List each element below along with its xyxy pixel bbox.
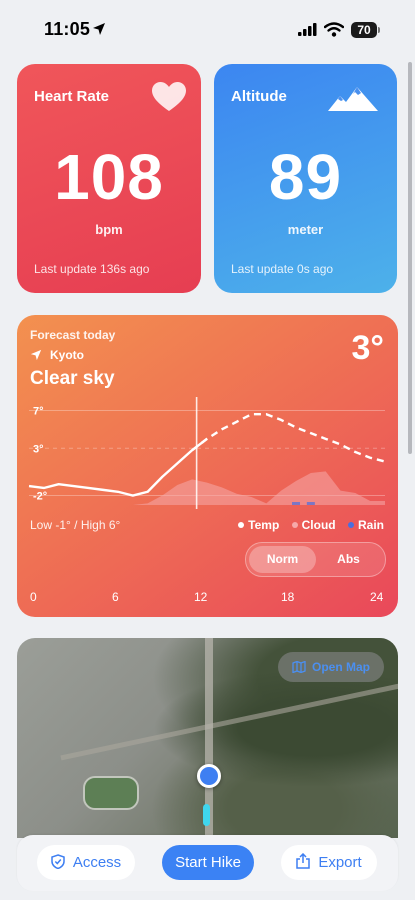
mountain-icon: [328, 87, 378, 111]
hour-label-0: 0: [30, 590, 37, 604]
map-view[interactable]: Open Map: [17, 638, 398, 838]
heart-icon: [152, 82, 186, 111]
chart-legend: Temp Cloud Rain: [229, 518, 384, 532]
forecast-subtitle: Forecast today: [30, 328, 116, 342]
legend-rain-dot: [347, 522, 354, 528]
shield-check-icon: [51, 854, 65, 870]
open-map-button[interactable]: Open Map: [278, 652, 384, 682]
weather-card: Forecast today Kyoto Clear sky 3° 7° 3° -2…: [17, 315, 398, 617]
legend-cloud: Cloud: [291, 518, 336, 532]
low-high-temperature: Low -1° / High 6°: [30, 518, 121, 532]
temp-line-forecast: [191, 413, 386, 463]
heart-rate-value: 108: [54, 141, 164, 213]
hour-label-24: 24: [370, 590, 384, 604]
forecast-chart: 7° 3° -2°: [28, 397, 386, 509]
weather-condition: Clear sky: [30, 368, 115, 389]
heart-rate-unit: bpm: [95, 222, 123, 237]
start-hike-button[interactable]: Start Hike: [162, 845, 254, 880]
location-arrow-icon: [30, 349, 42, 361]
hour-label-18: 18: [281, 590, 295, 604]
battery-level: 70: [351, 22, 377, 38]
location-name: Kyoto: [50, 348, 84, 362]
open-map-label: Open Map: [311, 660, 370, 674]
legend-cloud-dot: [291, 522, 298, 528]
cellular-signal-icon: [298, 23, 317, 36]
share-icon: [296, 852, 311, 869]
legend-temp: Temp: [238, 518, 279, 532]
hour-label-6: 6: [112, 590, 119, 604]
norm-option[interactable]: Norm: [249, 546, 316, 573]
y-tick-label: -2°: [33, 491, 47, 503]
battery-icon: [378, 27, 380, 33]
altitude-value: 89: [268, 141, 343, 213]
altitude-card[interactable]: Altitude 89 meter Last update 0s ago: [214, 64, 397, 293]
y-tick-label: 3°: [33, 443, 44, 455]
hour-label-12: 12: [194, 590, 208, 604]
heart-rate-card[interactable]: Heart Rate 108 bpm Last update 136s ago: [17, 64, 201, 293]
rain-bar: [292, 502, 300, 505]
wifi-icon: [324, 22, 344, 37]
altitude-unit: meter: [287, 222, 324, 237]
map-sports-field: [83, 776, 139, 810]
access-label: Access: [72, 854, 122, 871]
current-location-marker: [197, 764, 221, 788]
start-hike-label: Start Hike: [175, 854, 241, 871]
altitude-title: Altitude: [231, 88, 287, 105]
status-bar: 11:05 70: [0, 0, 415, 50]
rain-bar: [306, 502, 315, 505]
bottom-toolbar: Access Start Hike Export: [17, 835, 398, 891]
access-button[interactable]: Access: [37, 845, 135, 880]
y-tick-label: 7°: [33, 405, 44, 417]
heart-rate-updated: Last update 136s ago: [34, 262, 150, 276]
export-label: Export: [318, 854, 362, 871]
forecast-location: Kyoto: [30, 348, 84, 362]
altitude-updated: Last update 0s ago: [231, 262, 334, 276]
location-arrow-icon: [93, 23, 105, 35]
legend-rain: Rain: [347, 518, 384, 532]
scrollbar[interactable]: [408, 62, 412, 454]
map-icon: [292, 660, 306, 674]
current-temperature: 3°: [351, 329, 384, 367]
export-button[interactable]: Export: [281, 845, 377, 880]
legend-temp-dot: [238, 522, 245, 528]
heart-rate-title: Heart Rate: [34, 88, 110, 105]
abs-option[interactable]: Abs: [315, 546, 382, 573]
map-road: [60, 680, 398, 761]
norm-abs-toggle: Norm Abs: [245, 542, 386, 577]
hike-track: [203, 804, 210, 826]
status-time: 11:05: [44, 19, 91, 39]
